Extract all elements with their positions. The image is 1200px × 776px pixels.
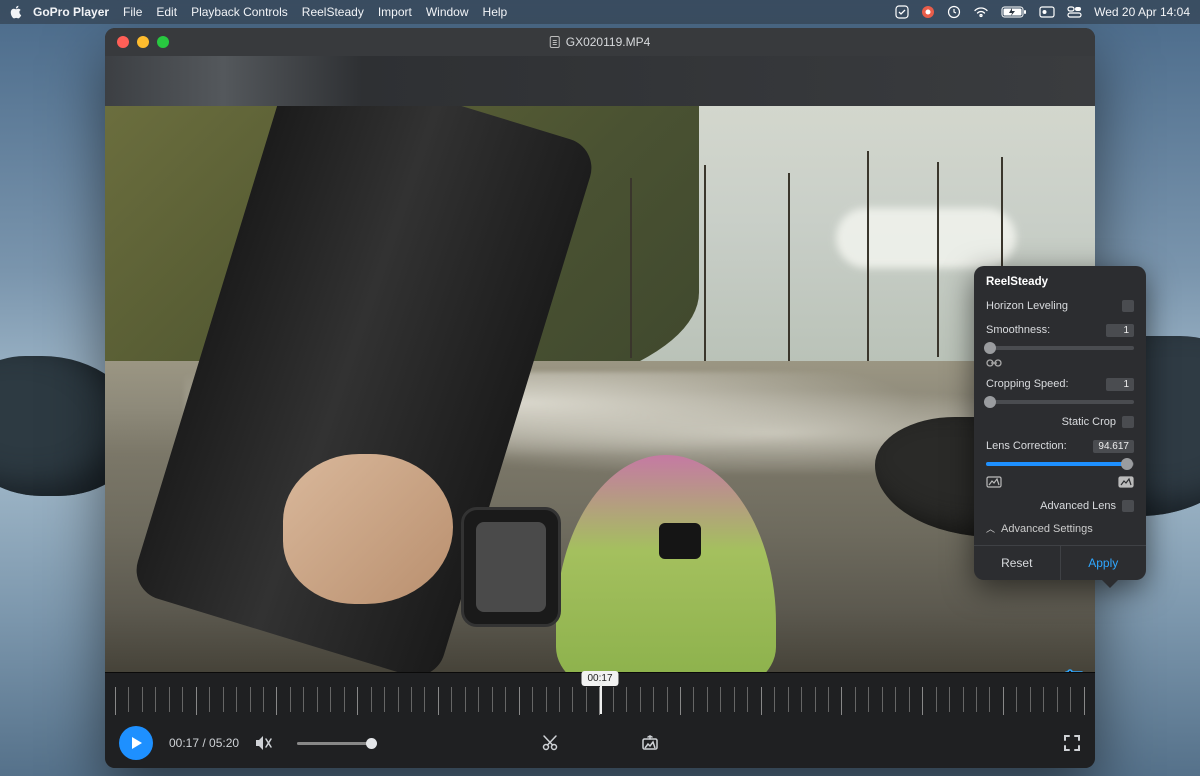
link-icon[interactable] <box>986 358 1134 368</box>
horizon-leveling-label: Horizon Leveling <box>986 300 1068 312</box>
play-button[interactable] <box>119 726 153 760</box>
app-name[interactable]: GoPro Player <box>33 5 109 19</box>
cropping-speed-value[interactable]: 1 <box>1106 378 1134 391</box>
timecode-display: 00:17 / 05:20 <box>169 736 239 750</box>
fullscreen-button[interactable] <box>1063 734 1081 752</box>
smoothness-slider[interactable] <box>986 346 1134 350</box>
macos-menubar: GoPro Player File Edit Playback Controls… <box>0 0 1200 24</box>
reelsteady-panel: ReelSteady Horizon Leveling Smoothness: … <box>974 266 1146 580</box>
document-icon <box>550 36 560 48</box>
menu-edit[interactable]: Edit <box>156 5 177 19</box>
menu-playback-controls[interactable]: Playback Controls <box>191 5 288 19</box>
switch-icon[interactable] <box>1039 6 1055 18</box>
menubar-datetime[interactable]: Wed 20 Apr 14:04 <box>1094 5 1190 19</box>
smoothness-label: Smoothness: <box>986 324 1050 336</box>
playback-controls: 00:17 / 05:20 <box>105 718 1095 768</box>
lens-correction-label: Lens Correction: <box>986 440 1067 452</box>
apply-button[interactable]: Apply <box>1061 546 1147 580</box>
menu-import[interactable]: Import <box>378 5 412 19</box>
clock-icon[interactable] <box>947 5 961 19</box>
cropping-speed-label: Cropping Speed: <box>986 378 1069 390</box>
advanced-lens-checkbox[interactable] <box>1122 500 1134 512</box>
lens-linear-icon[interactable] <box>1118 476 1134 488</box>
smoothness-value[interactable]: 1 <box>1106 324 1134 337</box>
app-window: GX020119.MP4 00:17 <box>105 28 1095 768</box>
grab-frame-button[interactable] <box>640 733 660 753</box>
trim-button[interactable] <box>540 733 560 753</box>
window-titlebar[interactable]: GX020119.MP4 <box>105 28 1095 56</box>
lens-correction-slider[interactable] <box>986 462 1134 466</box>
battery-icon[interactable] <box>1001 6 1027 18</box>
lens-wide-icon[interactable] <box>986 476 1002 488</box>
window-close-button[interactable] <box>117 36 129 48</box>
document-title: GX020119.MP4 <box>550 35 651 49</box>
traffic-lights <box>117 36 169 48</box>
volume-button[interactable] <box>255 735 273 751</box>
window-maximize-button[interactable] <box>157 36 169 48</box>
static-crop-checkbox[interactable] <box>1122 416 1134 428</box>
video-viewport[interactable] <box>105 106 1095 672</box>
menu-help[interactable]: Help <box>483 5 508 19</box>
chevron-up-icon: ︿ <box>986 522 995 535</box>
status-icon-1[interactable] <box>895 5 909 19</box>
advanced-settings-toggle[interactable]: ︿ Advanced Settings <box>986 522 1134 535</box>
window-minimize-button[interactable] <box>137 36 149 48</box>
apple-menu-icon[interactable] <box>10 5 23 19</box>
video-frame <box>105 106 1095 672</box>
volume-slider[interactable] <box>297 742 377 745</box>
toolbar-area <box>105 56 1095 106</box>
document-filename: GX020119.MP4 <box>566 35 651 49</box>
advanced-settings-label: Advanced Settings <box>1001 523 1093 535</box>
advanced-lens-label: Advanced Lens <box>1040 500 1116 512</box>
menu-file[interactable]: File <box>123 5 142 19</box>
playhead[interactable] <box>600 685 602 714</box>
panel-title: ReelSteady <box>986 276 1134 288</box>
cropping-speed-slider[interactable] <box>986 400 1134 404</box>
lens-correction-value[interactable]: 94.617 <box>1093 440 1134 453</box>
wifi-icon[interactable] <box>973 6 989 18</box>
menu-reelsteady[interactable]: ReelSteady <box>302 5 364 19</box>
static-crop-label: Static Crop <box>1062 416 1116 428</box>
reset-button[interactable]: Reset <box>974 546 1061 580</box>
horizon-leveling-checkbox[interactable] <box>1122 300 1134 312</box>
control-center-icon[interactable] <box>1067 6 1082 18</box>
status-icon-record[interactable] <box>921 5 935 19</box>
menu-window[interactable]: Window <box>426 5 469 19</box>
timeline[interactable]: 00:17 <box>105 672 1095 718</box>
